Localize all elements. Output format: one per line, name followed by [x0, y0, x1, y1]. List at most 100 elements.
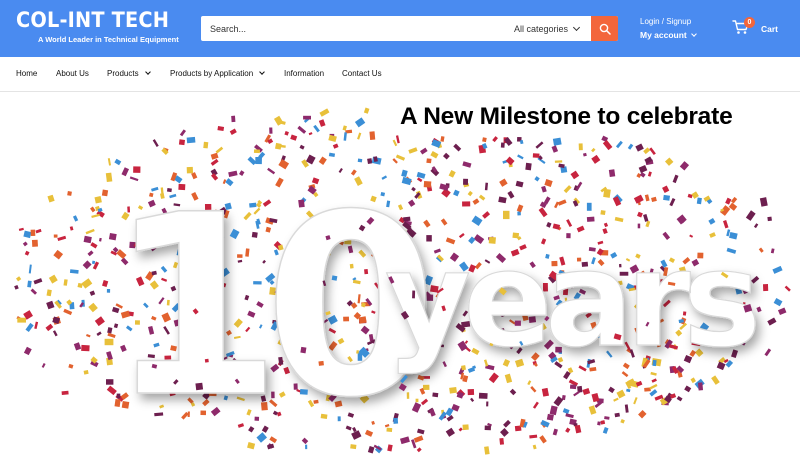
- nav-item-label: Products by Application: [170, 69, 254, 78]
- confetti-piece: [467, 190, 473, 197]
- confetti-piece: [756, 306, 762, 313]
- nav-item-products[interactable]: Products: [107, 69, 151, 78]
- confetti-piece: [539, 435, 547, 444]
- confetti-piece: [478, 194, 486, 201]
- my-account-dropdown[interactable]: My account: [640, 29, 697, 41]
- confetti-piece: [553, 396, 564, 407]
- login-signup-link[interactable]: Login / Signup: [640, 17, 696, 27]
- search-button[interactable]: [591, 16, 618, 41]
- confetti-piece: [569, 384, 577, 390]
- confetti-piece: [392, 139, 398, 147]
- confetti-piece: [551, 260, 558, 267]
- confetti-piece: [462, 424, 469, 431]
- confetti-piece: [81, 344, 90, 352]
- nav-item-products-by-application[interactable]: Products by Application: [170, 69, 266, 78]
- my-account-label: My account: [640, 30, 687, 40]
- confetti-piece: [423, 181, 432, 188]
- confetti-piece: [514, 320, 521, 326]
- confetti-piece: [63, 308, 73, 316]
- nav-item-label: Contact Us: [342, 69, 382, 78]
- confetti-piece: [507, 190, 515, 199]
- confetti-piece: [204, 358, 209, 363]
- confetti-piece: [305, 444, 308, 450]
- confetti-piece: [613, 397, 619, 402]
- confetti-piece: [530, 386, 537, 393]
- confetti-piece: [461, 321, 471, 328]
- confetti-piece: [503, 210, 510, 220]
- confetti-piece: [420, 398, 429, 406]
- confetti-piece: [591, 147, 596, 153]
- confetti-piece: [24, 250, 30, 256]
- confetti-piece: [90, 242, 98, 249]
- nav-item-label: Information: [284, 69, 325, 78]
- nav-item-contact-us[interactable]: Contact Us: [342, 69, 382, 78]
- confetti-piece: [61, 390, 69, 395]
- search-input[interactable]: [201, 16, 501, 41]
- confetti-piece: [604, 416, 610, 420]
- confetti-piece: [637, 211, 643, 218]
- confetti-piece: [67, 190, 72, 196]
- confetti-piece: [758, 247, 764, 253]
- confetti-piece: [328, 152, 336, 158]
- cart-button[interactable]: 0 Cart: [730, 17, 790, 39]
- confetti-piece: [17, 317, 26, 323]
- confetti-piece: [647, 171, 652, 177]
- confetti-piece: [519, 139, 524, 145]
- confetti-piece: [16, 276, 22, 282]
- nav-item-information[interactable]: Information: [284, 69, 324, 78]
- nav-item-about-us[interactable]: About Us: [56, 69, 89, 78]
- confetti-piece: [505, 156, 515, 166]
- confetti-piece: [319, 108, 330, 117]
- confetti-piece: [229, 128, 237, 135]
- confetti-piece: [586, 202, 592, 211]
- confetti-piece: [453, 189, 460, 197]
- confetti-piece: [488, 236, 496, 244]
- confetti-piece: [231, 115, 236, 123]
- confetti-piece: [299, 389, 308, 395]
- confetti-piece: [662, 185, 670, 193]
- confetti-piece: [68, 363, 74, 369]
- confetti-piece: [463, 178, 469, 185]
- hero-banner[interactable]: 10 years A New Milestone to celebrate: [0, 93, 800, 455]
- confetti-piece: [552, 137, 562, 146]
- confetti-piece: [422, 384, 430, 390]
- confetti-piece: [498, 196, 507, 204]
- confetti-piece: [676, 395, 683, 402]
- site-logo[interactable]: COL-INT TECH A World Leader in Technical…: [16, 9, 179, 49]
- confetti-piece: [626, 388, 631, 393]
- confetti-piece: [669, 198, 676, 207]
- confetti-piece: [369, 131, 376, 141]
- confetti-piece: [784, 285, 791, 292]
- nav-item-home[interactable]: Home: [16, 69, 37, 78]
- confetti-piece: [492, 136, 498, 143]
- chevron-down-icon: [259, 69, 266, 75]
- confetti-piece: [41, 363, 46, 368]
- confetti-piece: [88, 302, 98, 313]
- confetti-piece: [23, 230, 32, 239]
- category-select[interactable]: All categories: [506, 16, 591, 41]
- confetti-piece: [557, 199, 567, 206]
- confetti-piece: [772, 265, 783, 274]
- confetti-piece: [478, 392, 488, 399]
- confetti-piece: [53, 249, 64, 260]
- confetti-piece: [608, 169, 616, 177]
- hero-title: A New Milestone to celebrate: [400, 103, 733, 130]
- confetti-piece: [200, 410, 207, 416]
- confetti-piece: [503, 419, 511, 428]
- confetti-piece: [63, 279, 68, 286]
- confetti-piece: [448, 170, 456, 178]
- confetti-piece: [532, 401, 539, 409]
- confetti-piece: [462, 201, 471, 207]
- logo-tagline: A World Leader in Technical Equipment: [38, 35, 179, 44]
- confetti-piece: [470, 397, 475, 403]
- confetti-piece: [343, 132, 347, 141]
- confetti-piece: [90, 206, 96, 213]
- confetti-piece: [178, 183, 186, 191]
- confetti-piece: [342, 125, 347, 131]
- confetti-piece: [453, 143, 462, 152]
- confetti-piece: [591, 392, 600, 403]
- confetti-piece: [72, 215, 79, 222]
- confetti-piece: [638, 164, 648, 174]
- confetti-piece: [759, 197, 768, 207]
- confetti-piece: [586, 216, 595, 222]
